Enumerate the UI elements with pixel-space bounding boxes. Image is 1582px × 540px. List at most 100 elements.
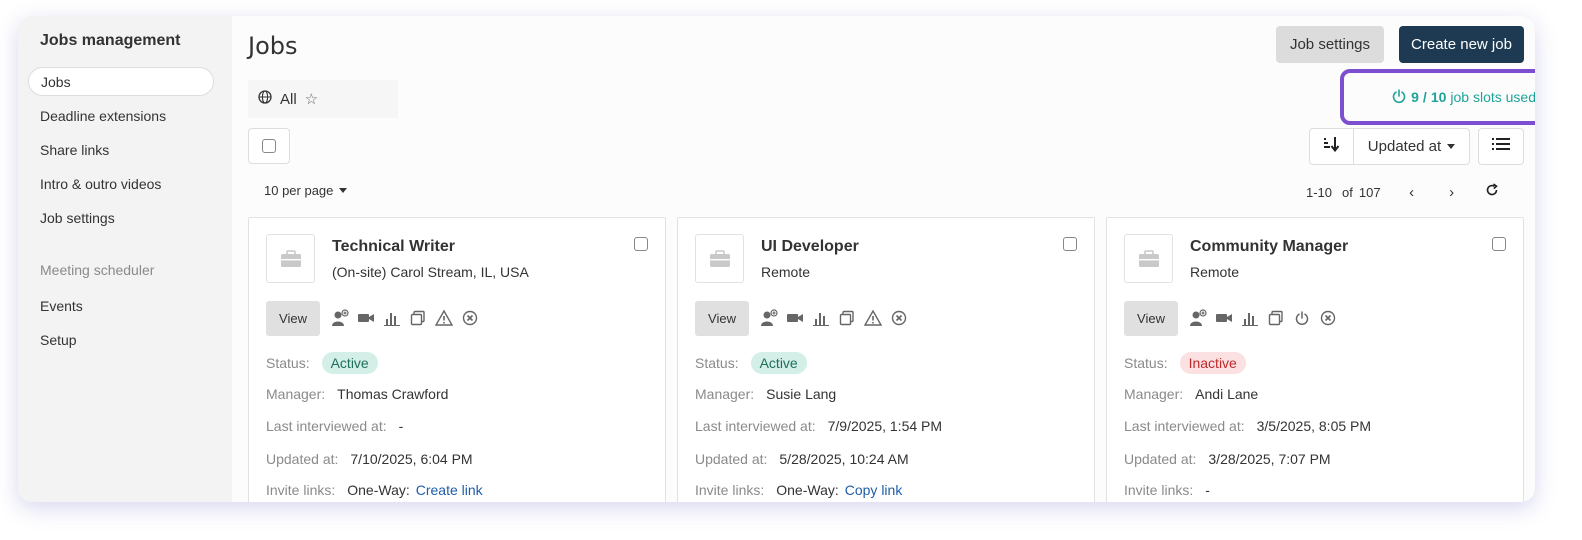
manager-row: Manager: Andi Lane <box>1124 386 1259 402</box>
invite-type: One-Way: <box>776 482 839 498</box>
job-title[interactable]: Community Manager <box>1190 238 1348 256</box>
job-select-checkbox[interactable] <box>1063 237 1077 251</box>
job-action-icons <box>1189 309 1337 327</box>
job-settings-button[interactable]: Job settings <box>1276 26 1384 63</box>
job-location: (On-site) Carol Stream, IL, USA <box>332 264 529 280</box>
sidebar-item-events[interactable]: Events <box>40 298 83 314</box>
sidebar: Jobs management Jobs Deadline extensions… <box>18 16 232 502</box>
updated-row: Updated at: 5/28/2025, 10:24 AM <box>695 451 909 467</box>
list-view-button[interactable] <box>1478 128 1524 165</box>
last-interviewed-row: Last interviewed at: 7/9/2025, 1:54 PM <box>695 418 943 434</box>
add-candidate-icon[interactable] <box>331 309 349 327</box>
chevron-down-icon <box>339 188 348 193</box>
slots-used: 9 <box>1411 89 1419 105</box>
sort-field-dropdown[interactable]: Updated at <box>1354 128 1470 165</box>
sidebar-item-deadline-extensions[interactable]: Deadline extensions <box>40 108 166 124</box>
status-badge: Active <box>750 352 807 374</box>
copy-icon[interactable] <box>1267 309 1285 327</box>
sort-controls: Updated at <box>1309 128 1470 165</box>
job-select-checkbox[interactable] <box>634 237 648 251</box>
status-badge: Inactive <box>1179 352 1246 374</box>
add-candidate-icon[interactable] <box>1189 309 1207 327</box>
view-button[interactable]: View <box>695 301 749 336</box>
sort-direction-button[interactable] <box>1309 128 1354 165</box>
filter-all-tab[interactable]: All ☆ <box>248 80 398 118</box>
manager-name: Thomas Crawford <box>337 386 449 402</box>
job-title[interactable]: Technical Writer <box>332 238 455 256</box>
view-button[interactable]: View <box>266 301 320 336</box>
video-icon[interactable] <box>786 309 804 327</box>
copy-icon[interactable] <box>409 309 427 327</box>
filter-all-label: All <box>280 90 297 108</box>
video-icon[interactable] <box>1215 309 1233 327</box>
invite-links-row: Invite links: One-Way: Create link <box>266 482 483 498</box>
bar-chart-icon[interactable] <box>383 309 401 327</box>
sidebar-title: Jobs management <box>40 32 181 49</box>
page-title: Jobs <box>248 32 298 60</box>
per-page-dropdown[interactable]: 10 per page <box>264 183 348 198</box>
list-icon <box>1492 137 1510 156</box>
manager-row: Manager: Susie Lang <box>695 386 837 402</box>
briefcase-icon <box>1124 234 1173 283</box>
view-button[interactable]: View <box>1124 301 1178 336</box>
video-icon[interactable] <box>357 309 375 327</box>
updated-row: Updated at: 3/28/2025, 7:07 PM <box>1124 451 1331 467</box>
status-row: Status: Active <box>695 352 807 374</box>
job-card: UI Developer Remote View Status: Active … <box>677 217 1095 502</box>
last-interviewed-value: 3/5/2025, 8:05 PM <box>1256 418 1372 434</box>
sidebar-item-job-settings[interactable]: Job settings <box>40 210 115 226</box>
copy-link[interactable]: Copy link <box>845 482 903 498</box>
job-location: Remote <box>761 264 811 280</box>
create-link[interactable]: Create link <box>416 482 483 498</box>
sidebar-item-intro-outro-videos[interactable]: Intro & outro videos <box>40 176 161 192</box>
power-icon[interactable] <box>1293 309 1311 327</box>
job-title[interactable]: UI Developer <box>761 238 859 256</box>
star-icon[interactable]: ☆ <box>305 90 318 108</box>
close-circle-icon[interactable] <box>461 309 479 327</box>
manager-name: Andi Lane <box>1195 386 1259 402</box>
close-circle-icon[interactable] <box>1319 309 1337 327</box>
updated-value: 7/10/2025, 6:04 PM <box>350 451 473 467</box>
bar-chart-icon[interactable] <box>812 309 830 327</box>
create-new-job-button[interactable]: Create new job <box>1399 26 1524 63</box>
close-circle-icon[interactable] <box>890 309 908 327</box>
status-row: Status: Inactive <box>1124 352 1246 374</box>
invite-type: - <box>1205 482 1210 498</box>
per-page-label: 10 per page <box>264 183 334 198</box>
slots-total: 10 <box>1430 89 1447 105</box>
updated-value: 3/28/2025, 7:07 PM <box>1208 451 1331 467</box>
chevron-right-icon[interactable]: › <box>1441 184 1463 201</box>
sidebar-item-share-links[interactable]: Share links <box>40 142 109 158</box>
page-range: 1-10 <box>1306 184 1333 200</box>
power-icon <box>1391 88 1407 107</box>
job-location: Remote <box>1190 264 1240 280</box>
sidebar-item-jobs[interactable]: Jobs <box>28 67 214 96</box>
sidebar-item-setup[interactable]: Setup <box>40 332 77 348</box>
updated-row: Updated at: 7/10/2025, 6:04 PM <box>266 451 473 467</box>
add-candidate-icon[interactable] <box>760 309 778 327</box>
chevron-left-icon[interactable]: ‹ <box>1401 184 1423 201</box>
briefcase-icon <box>695 234 744 283</box>
page-of: of <box>1342 184 1353 200</box>
main-content: Jobs Job settings Create new job All ☆ 9… <box>232 16 1535 502</box>
job-action-icons <box>760 309 908 327</box>
status-row: Status: Active <box>266 352 378 374</box>
job-select-checkbox[interactable] <box>1492 237 1506 251</box>
job-action-icons <box>331 309 479 327</box>
sort-field-label: Updated at <box>1367 138 1442 155</box>
chevron-down-icon <box>1447 144 1456 149</box>
job-card: Technical Writer (On-site) Carol Stream,… <box>248 217 666 502</box>
warning-icon[interactable] <box>864 309 882 327</box>
status-badge: Active <box>321 352 378 374</box>
job-card: Community Manager Remote View Status: In… <box>1106 217 1524 502</box>
warning-icon[interactable] <box>435 309 453 327</box>
page-total: 107 <box>1358 184 1381 200</box>
copy-icon[interactable] <box>838 309 856 327</box>
sidebar-section-meeting-scheduler: Meeting scheduler <box>40 262 155 278</box>
refresh-icon[interactable] <box>1481 183 1503 201</box>
bar-chart-icon[interactable] <box>1241 309 1259 327</box>
select-all-checkbox[interactable] <box>248 128 290 164</box>
invite-links-row: Invite links: - <box>1124 482 1210 498</box>
slots-text: job slots used <box>1450 89 1535 105</box>
app-window: Jobs management Jobs Deadline extensions… <box>18 16 1535 502</box>
